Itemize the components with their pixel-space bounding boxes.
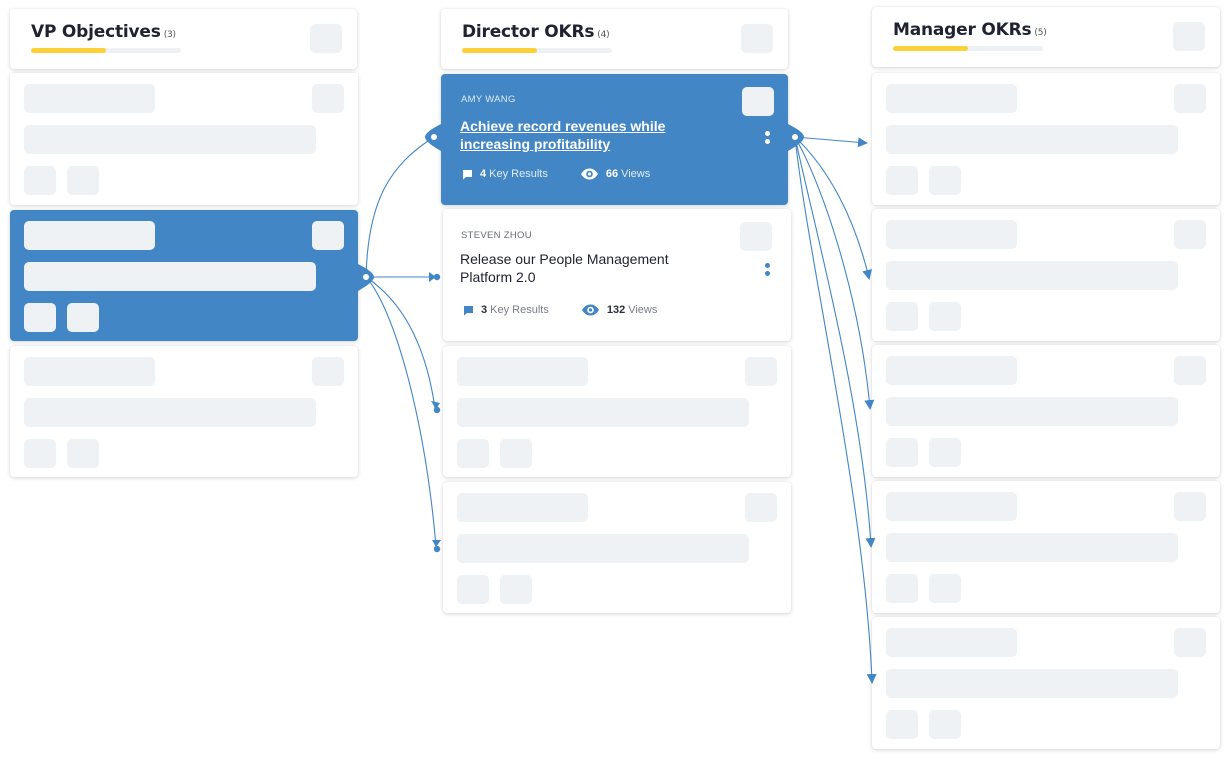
connector-line bbox=[365, 276, 436, 409]
connector-line bbox=[365, 276, 437, 547]
connector-handle-dot bbox=[431, 134, 437, 140]
alignment-connectors bbox=[358, 124, 877, 684]
connector-line bbox=[794, 136, 876, 548]
connector-line bbox=[365, 136, 435, 278]
connector-handle-dot bbox=[363, 274, 369, 280]
connector-line bbox=[794, 136, 877, 684]
connector-handle-dot bbox=[792, 134, 798, 140]
connector-line bbox=[794, 136, 868, 148]
